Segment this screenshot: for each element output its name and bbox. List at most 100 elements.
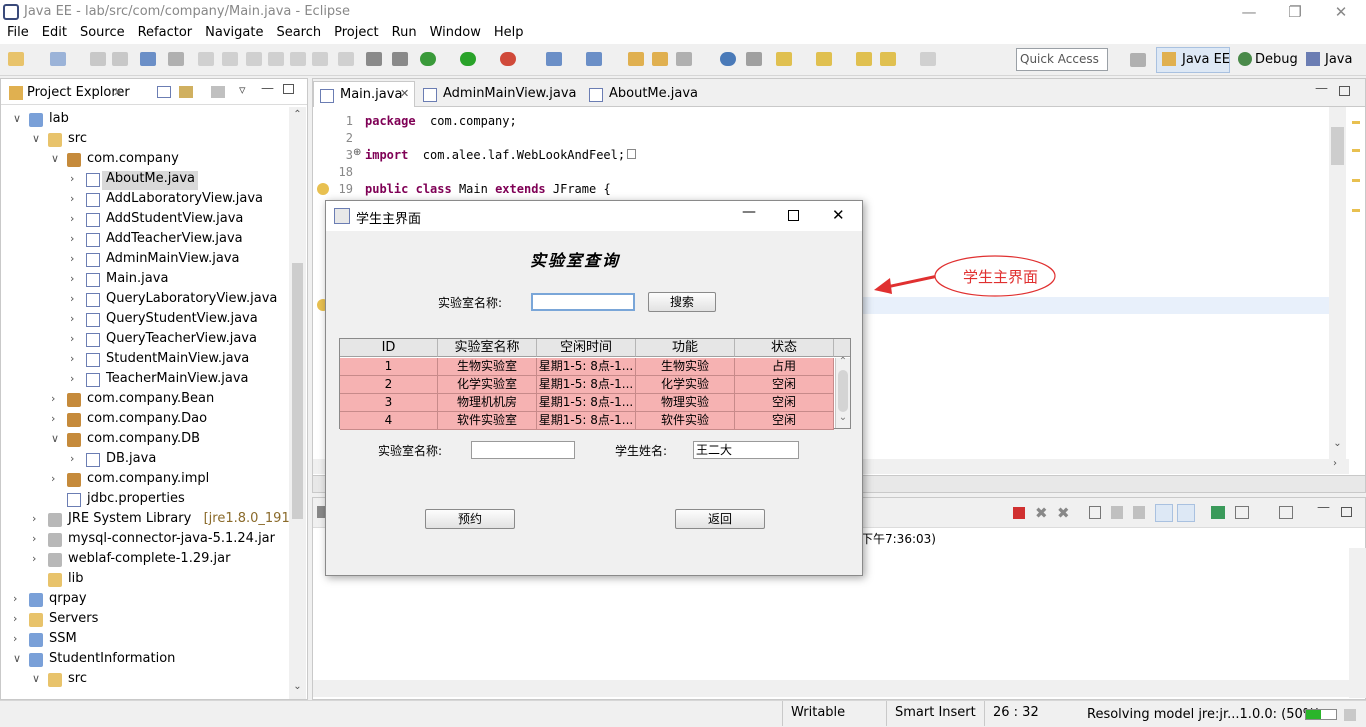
tree-item[interactable]: › QueryLaboratoryView.java <box>1 291 289 311</box>
chevron-down-icon[interactable]: ∨ <box>13 112 21 125</box>
scroll-down-icon[interactable]: ⌄ <box>289 681 306 692</box>
collapse-all-icon[interactable] <box>157 86 171 98</box>
ruler-warning-marker[interactable] <box>1352 121 1360 124</box>
tree-item[interactable]: ∨ src <box>1 671 289 691</box>
table-cell[interactable]: 化学实验室 <box>438 376 537 394</box>
student-name-field[interactable]: 王二大 <box>693 441 799 459</box>
tree-item[interactable]: jdbc.properties <box>1 491 289 511</box>
chevron-right-icon[interactable]: › <box>70 272 74 285</box>
debug-icon[interactable] <box>420 52 436 66</box>
menu-navigate[interactable]: Navigate <box>198 24 269 40</box>
table-cell[interactable]: 星期1-5: 8点-1... <box>537 412 636 430</box>
menu-file[interactable]: File <box>0 24 35 40</box>
maximize-editor-icon[interactable] <box>1339 86 1350 96</box>
clear-console-icon[interactable] <box>1089 506 1101 519</box>
open-console-icon[interactable] <box>1279 506 1293 519</box>
tree-item[interactable]: › JRE System Library [jre1.8.0_191] <box>1 511 289 531</box>
column-header-status[interactable]: 状态 <box>735 339 834 357</box>
menu-search[interactable]: Search <box>269 24 327 40</box>
console-horizontal-scrollbar[interactable] <box>313 680 1349 697</box>
tree-item[interactable]: › Servers <box>1 611 289 631</box>
drop-frame-icon[interactable] <box>338 52 354 66</box>
reserve-button[interactable]: 预约 <box>425 509 515 529</box>
tree-item[interactable]: › StudentMainView.java <box>1 351 289 371</box>
save-all-icon[interactable] <box>112 52 128 66</box>
ruler-warning-marker[interactable] <box>1352 149 1360 152</box>
tree-item[interactable]: › SSM <box>1 631 289 651</box>
use-step-filters-icon[interactable] <box>366 52 382 66</box>
chevron-right-icon[interactable]: › <box>70 332 74 345</box>
minimize-icon[interactable]: — <box>1226 0 1272 24</box>
link-editor-icon[interactable] <box>179 86 193 98</box>
tree-item[interactable]: › TeacherMainView.java <box>1 371 289 391</box>
new-server-icon[interactable] <box>546 52 562 66</box>
table-cell[interactable]: 软件实验 <box>636 412 735 430</box>
minimize-view-icon[interactable]: — <box>261 81 274 96</box>
annotation-icon[interactable] <box>746 52 762 66</box>
tree-item[interactable]: lib <box>1 571 289 591</box>
open-type-icon[interactable] <box>628 52 644 66</box>
chevron-right-icon[interactable]: › <box>70 252 74 265</box>
back-icon[interactable] <box>880 52 896 66</box>
new-project-icon[interactable] <box>50 52 66 66</box>
terminate-console-icon[interactable] <box>1013 507 1025 519</box>
chevron-right-icon[interactable]: › <box>32 512 36 525</box>
overview-ruler[interactable] <box>1349 109 1363 439</box>
chevron-down-icon[interactable]: ∨ <box>32 672 40 685</box>
tree-item[interactable]: ∨ StudentInformation <box>1 651 289 671</box>
scroll-lock-icon[interactable] <box>1111 506 1123 519</box>
menu-window[interactable]: Window <box>423 24 487 40</box>
tree-item[interactable]: › com.company.impl <box>1 471 289 491</box>
column-header-id[interactable]: ID <box>340 339 438 357</box>
chevron-down-icon[interactable]: ∨ <box>13 652 21 665</box>
chevron-right-icon[interactable]: › <box>70 192 74 205</box>
column-header-function[interactable]: 功能 <box>636 339 735 357</box>
search-button[interactable]: 搜索 <box>648 292 716 312</box>
word-wrap-icon[interactable] <box>1133 506 1145 519</box>
explorer-scrollbar[interactable]: ⌃ ⌄ <box>289 107 306 699</box>
chevron-down-icon[interactable]: ∨ <box>51 152 59 165</box>
open-perspective-icon[interactable] <box>1130 53 1146 67</box>
perspective-java[interactable]: Java <box>1325 52 1352 67</box>
step-into-icon[interactable] <box>268 52 284 66</box>
tree-item[interactable]: › AboutMe.java <box>1 171 289 191</box>
table-cell[interactable]: 物理机机房 <box>438 394 537 412</box>
table-cell[interactable]: 2 <box>340 376 438 394</box>
status-progress-bar[interactable] <box>1305 709 1337 720</box>
tab-aboutme-java[interactable]: AboutMe.java <box>583 81 706 107</box>
tree-item[interactable]: › qrpay <box>1 591 289 611</box>
table-cell[interactable]: 物理实验 <box>636 394 735 412</box>
chevron-right-icon[interactable]: › <box>70 352 74 365</box>
skip-breakpoints-icon[interactable] <box>168 52 184 66</box>
suspend-icon[interactable] <box>222 52 238 66</box>
previous-annotation-icon[interactable] <box>816 52 832 66</box>
table-cell[interactable]: 生物实验室 <box>438 358 537 376</box>
chevron-right-icon[interactable]: › <box>70 232 74 245</box>
dialog-close-icon[interactable]: ✕ <box>832 206 845 224</box>
tree-item[interactable]: ∨ lab <box>1 111 289 131</box>
menu-run[interactable]: Run <box>385 24 423 40</box>
lab-name-field[interactable] <box>471 441 575 459</box>
perspective-java-ee[interactable]: Java EE <box>1182 52 1230 67</box>
chevron-right-icon[interactable]: › <box>70 452 74 465</box>
display-console-icon[interactable] <box>1235 506 1249 519</box>
chevron-right-icon[interactable]: › <box>13 632 17 645</box>
table-cell[interactable]: 3 <box>340 394 438 412</box>
toggle-icon[interactable] <box>392 52 408 66</box>
chevron-right-icon[interactable]: › <box>32 532 36 545</box>
tree-item[interactable]: › AdminMainView.java <box>1 251 289 271</box>
step-over-icon[interactable] <box>290 52 306 66</box>
folded-block-icon[interactable] <box>627 149 637 159</box>
editor-vertical-scrollbar[interactable]: ⌄ <box>1329 107 1346 459</box>
menu-project[interactable]: Project <box>327 24 384 40</box>
show-console-stderr-icon[interactable] <box>1177 504 1195 522</box>
chevron-right-icon[interactable]: › <box>70 292 74 305</box>
view-menu-icon[interactable]: ▿ <box>239 83 246 98</box>
open-task-icon[interactable] <box>652 52 668 66</box>
tree-item[interactable]: › AddStudentView.java <box>1 211 289 231</box>
column-header-lab-name[interactable]: 实验室名称 <box>438 339 537 357</box>
chevron-down-icon[interactable]: ∨ <box>32 132 40 145</box>
close-view-icon[interactable]: ✕ <box>113 86 122 99</box>
chevron-right-icon[interactable]: › <box>13 592 17 605</box>
console-scrollbar[interactable] <box>1349 548 1366 698</box>
